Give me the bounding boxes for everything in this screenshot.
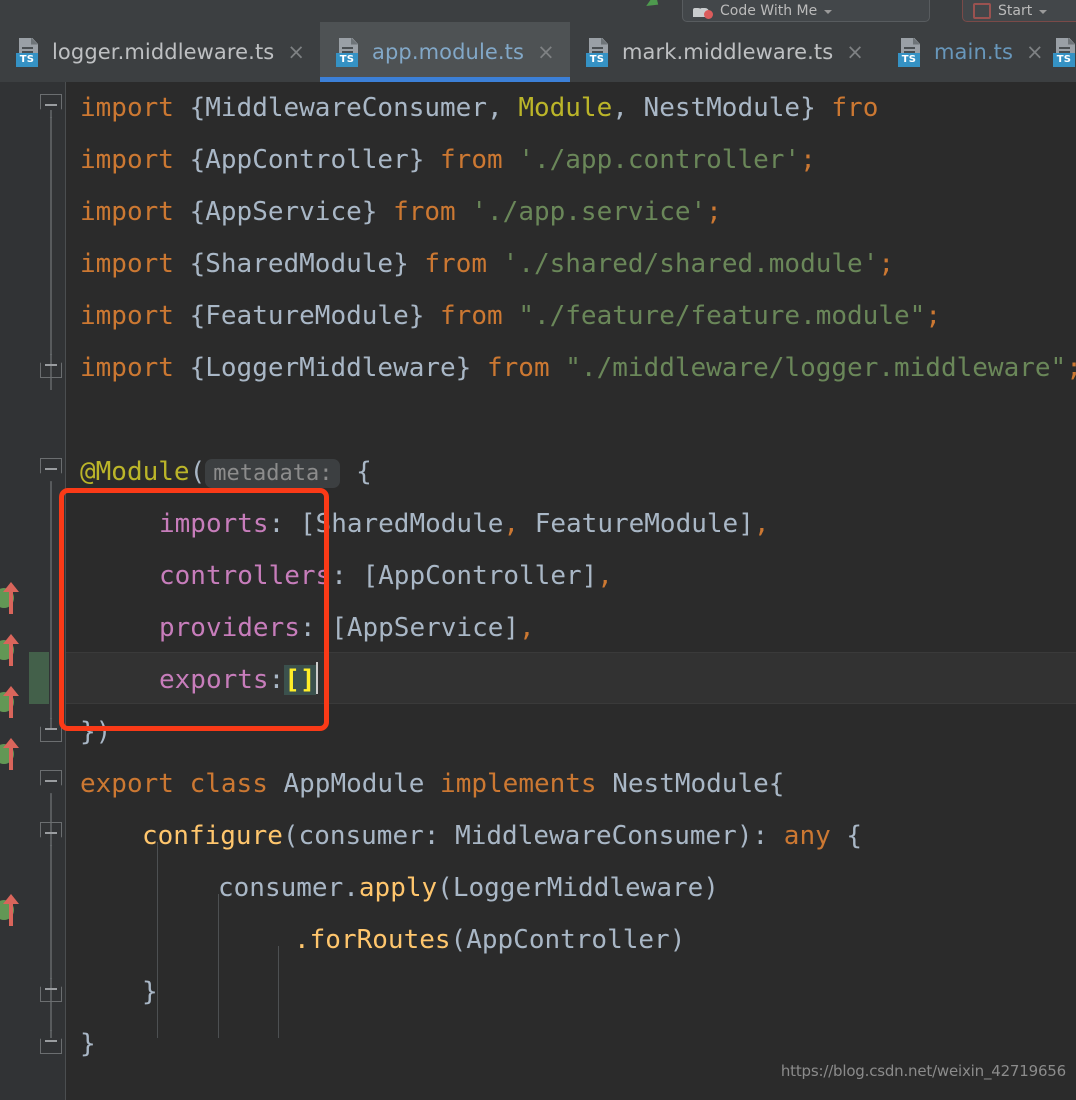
indent-guide	[218, 894, 219, 1038]
code-line[interactable]: .forRoutes(AppController)	[294, 914, 685, 966]
watermark-text: https://blog.csdn.net/weixin_42719656	[780, 1062, 1066, 1080]
fold-toggle-icon[interactable]	[40, 978, 62, 1002]
ts-badge-label: TS	[586, 52, 608, 67]
editor-tab-overflow[interactable]: TS	[1039, 22, 1076, 82]
typescript-file-icon: TS	[586, 37, 611, 67]
editor-tab-bar: TS logger.middleware.ts × TS app.module.…	[0, 22, 1076, 82]
code-line[interactable]: configure(consumer: MiddlewareConsumer):…	[142, 810, 862, 862]
code-line[interactable]: import {MiddlewareConsumer, Module, Nest…	[80, 82, 878, 134]
ts-badge-label: TS	[16, 52, 38, 67]
fold-toggle-icon[interactable]	[40, 354, 62, 378]
code-line[interactable]: controllers: [AppController],	[159, 550, 613, 602]
editor-tab-logger-middleware[interactable]: TS logger.middleware.ts ×	[0, 22, 320, 82]
editor-tab-label: app.module.ts	[372, 40, 525, 64]
code-line[interactable]: export class AppModule implements NestMo…	[80, 758, 784, 810]
fold-toggle-icon[interactable]	[40, 94, 62, 118]
typescript-file-icon: TS	[1053, 37, 1076, 67]
code-with-me-button[interactable]: Code With Me	[682, 0, 930, 22]
code-editor[interactable]: import {MiddlewareConsumer, Module, Nest…	[0, 82, 1076, 1100]
stop-square-icon	[973, 3, 991, 19]
gutter-arrow-icon[interactable]	[0, 738, 26, 772]
gutter-arrow-icon[interactable]	[0, 686, 26, 720]
code-line[interactable]: import {FeatureModule} from "./feature/f…	[80, 290, 941, 342]
editor-tab-label: mark.middleware.ts	[622, 40, 834, 64]
code-line[interactable]: @Module(metadata: {	[80, 446, 372, 498]
chevron-down-icon[interactable]	[1039, 10, 1048, 14]
code-line[interactable]: exports:[]	[159, 654, 318, 706]
typescript-file-icon: TS	[16, 37, 41, 67]
code-line[interactable]: providers: [AppService],	[159, 602, 535, 654]
vcs-change-marker[interactable]	[29, 652, 49, 704]
editor-gutter[interactable]	[0, 82, 66, 1100]
code-with-me-label: Code With Me	[720, 3, 818, 19]
code-line[interactable]: }	[80, 1018, 96, 1070]
text-cursor	[315, 662, 318, 694]
chevron-down-icon[interactable]	[824, 10, 833, 14]
close-icon[interactable]: ×	[846, 41, 864, 63]
fold-toggle-icon[interactable]	[40, 458, 62, 482]
code-with-me-icon	[693, 6, 713, 19]
fold-toggle-icon[interactable]	[40, 822, 62, 846]
editor-tab-main[interactable]: TS main.ts ×	[882, 22, 1044, 82]
indent-guide	[278, 946, 279, 1038]
fold-toggle-icon[interactable]	[40, 1030, 62, 1054]
start-button[interactable]: Start	[962, 0, 1076, 22]
code-line[interactable]: import {AppController} from './app.contr…	[80, 134, 816, 186]
ts-badge-label: TS	[1053, 52, 1075, 67]
editor-tab-app-module[interactable]: TS app.module.ts ×	[320, 22, 570, 82]
gutter-arrow-icon[interactable]	[0, 894, 26, 928]
matching-bracket-highlight: []	[284, 665, 316, 695]
inline-parameter-hint: metadata:	[205, 459, 341, 488]
fold-toggle-icon[interactable]	[40, 770, 62, 794]
gutter-arrow-icon[interactable]	[0, 582, 26, 616]
editor-tab-label: logger.middleware.ts	[52, 40, 275, 64]
main-toolbar: Code With Me Start	[0, 0, 1076, 23]
typescript-file-icon: TS	[898, 37, 923, 67]
start-label: Start	[998, 3, 1033, 19]
code-line[interactable]: import {SharedModule} from './shared/sha…	[80, 238, 894, 290]
editor-tab-label: main.ts	[934, 40, 1014, 64]
code-line[interactable]: imports: [SharedModule, FeatureModule],	[159, 498, 770, 550]
ts-badge-label: TS	[336, 52, 358, 67]
typescript-file-icon: TS	[336, 37, 361, 67]
close-icon[interactable]: ×	[537, 41, 555, 63]
run-arrow-icon[interactable]	[646, 0, 663, 12]
editor-tab-mark-middleware[interactable]: TS mark.middleware.ts ×	[570, 22, 882, 82]
gutter-arrow-icon[interactable]	[0, 634, 26, 668]
fold-region-line	[50, 482, 52, 730]
code-line[interactable]: import {LoggerMiddleware} from "./middle…	[80, 342, 1076, 394]
code-line[interactable]: import {AppService} from './app.service'…	[80, 186, 722, 238]
code-line[interactable]: })	[80, 706, 111, 758]
ts-badge-label: TS	[898, 52, 920, 67]
code-line[interactable]: }	[142, 966, 158, 1018]
close-icon[interactable]: ×	[287, 41, 305, 63]
fold-region-line	[50, 110, 52, 390]
code-text-area[interactable]: import {MiddlewareConsumer, Module, Nest…	[66, 82, 1076, 1100]
code-line[interactable]: consumer.apply(LoggerMiddleware)	[218, 862, 719, 914]
fold-toggle-icon[interactable]	[40, 718, 62, 742]
